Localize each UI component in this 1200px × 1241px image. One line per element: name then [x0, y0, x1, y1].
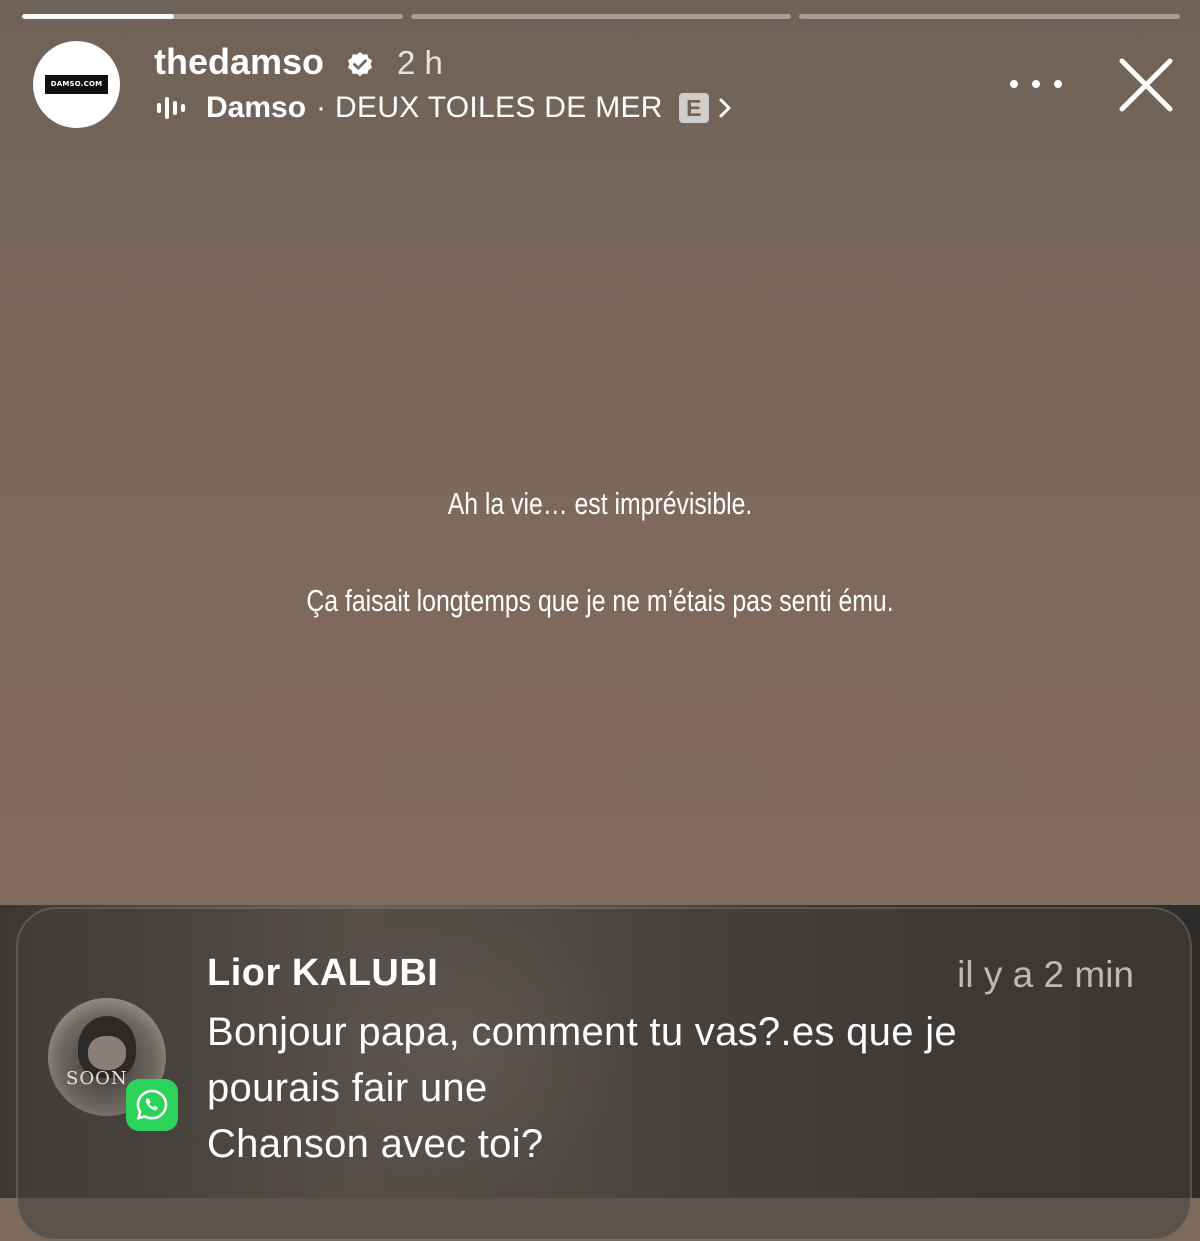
audio-bars-icon	[157, 97, 185, 119]
story-background	[0, 0, 1200, 905]
progress-segment	[799, 14, 1181, 19]
avatar-logo: DAMSO.COM	[44, 75, 109, 94]
verified-badge-icon	[348, 52, 372, 77]
username[interactable]: thedamso	[154, 40, 324, 84]
progress-segment	[22, 14, 403, 19]
close-icon[interactable]	[1118, 57, 1174, 113]
story-progress-bar	[22, 14, 1181, 19]
post-time: 2 h	[397, 44, 443, 81]
music-info[interactable]: Damso · DEUX TOILES DE MER E	[156, 88, 733, 128]
music-artist: Damso	[206, 91, 307, 124]
story-text-line: Ça faisait longtemps que je ne m’étais p…	[306, 583, 894, 618]
progress-segment	[410, 14, 792, 19]
more-options-icon	[1032, 80, 1040, 88]
notification-message: Bonjour papa, comment tu vas?.es que je …	[207, 1010, 957, 1166]
chevron-right-icon	[719, 98, 731, 118]
avatar-text: SOON	[66, 1068, 128, 1089]
more-options-icon	[1010, 80, 1018, 88]
more-options-icon	[1054, 80, 1062, 88]
profile-avatar[interactable]: DAMSO.COM	[33, 41, 120, 128]
music-title: DEUX TOILES DE MER	[335, 91, 663, 124]
more-options-button[interactable]	[1010, 68, 1062, 100]
progress-fill	[22, 14, 175, 19]
story-text-line: Ah la vie… est imprévisible.	[447, 486, 753, 521]
avatar-face	[88, 1036, 126, 1070]
whatsapp-icon	[126, 1079, 178, 1131]
whatsapp-glyph-icon	[136, 1089, 168, 1120]
notification-sender: Lior KALUBI	[207, 952, 439, 994]
music-separator: ·	[316, 91, 327, 124]
explicit-badge: E	[678, 93, 709, 123]
notification-time: il y a 2 min	[957, 954, 1134, 995]
